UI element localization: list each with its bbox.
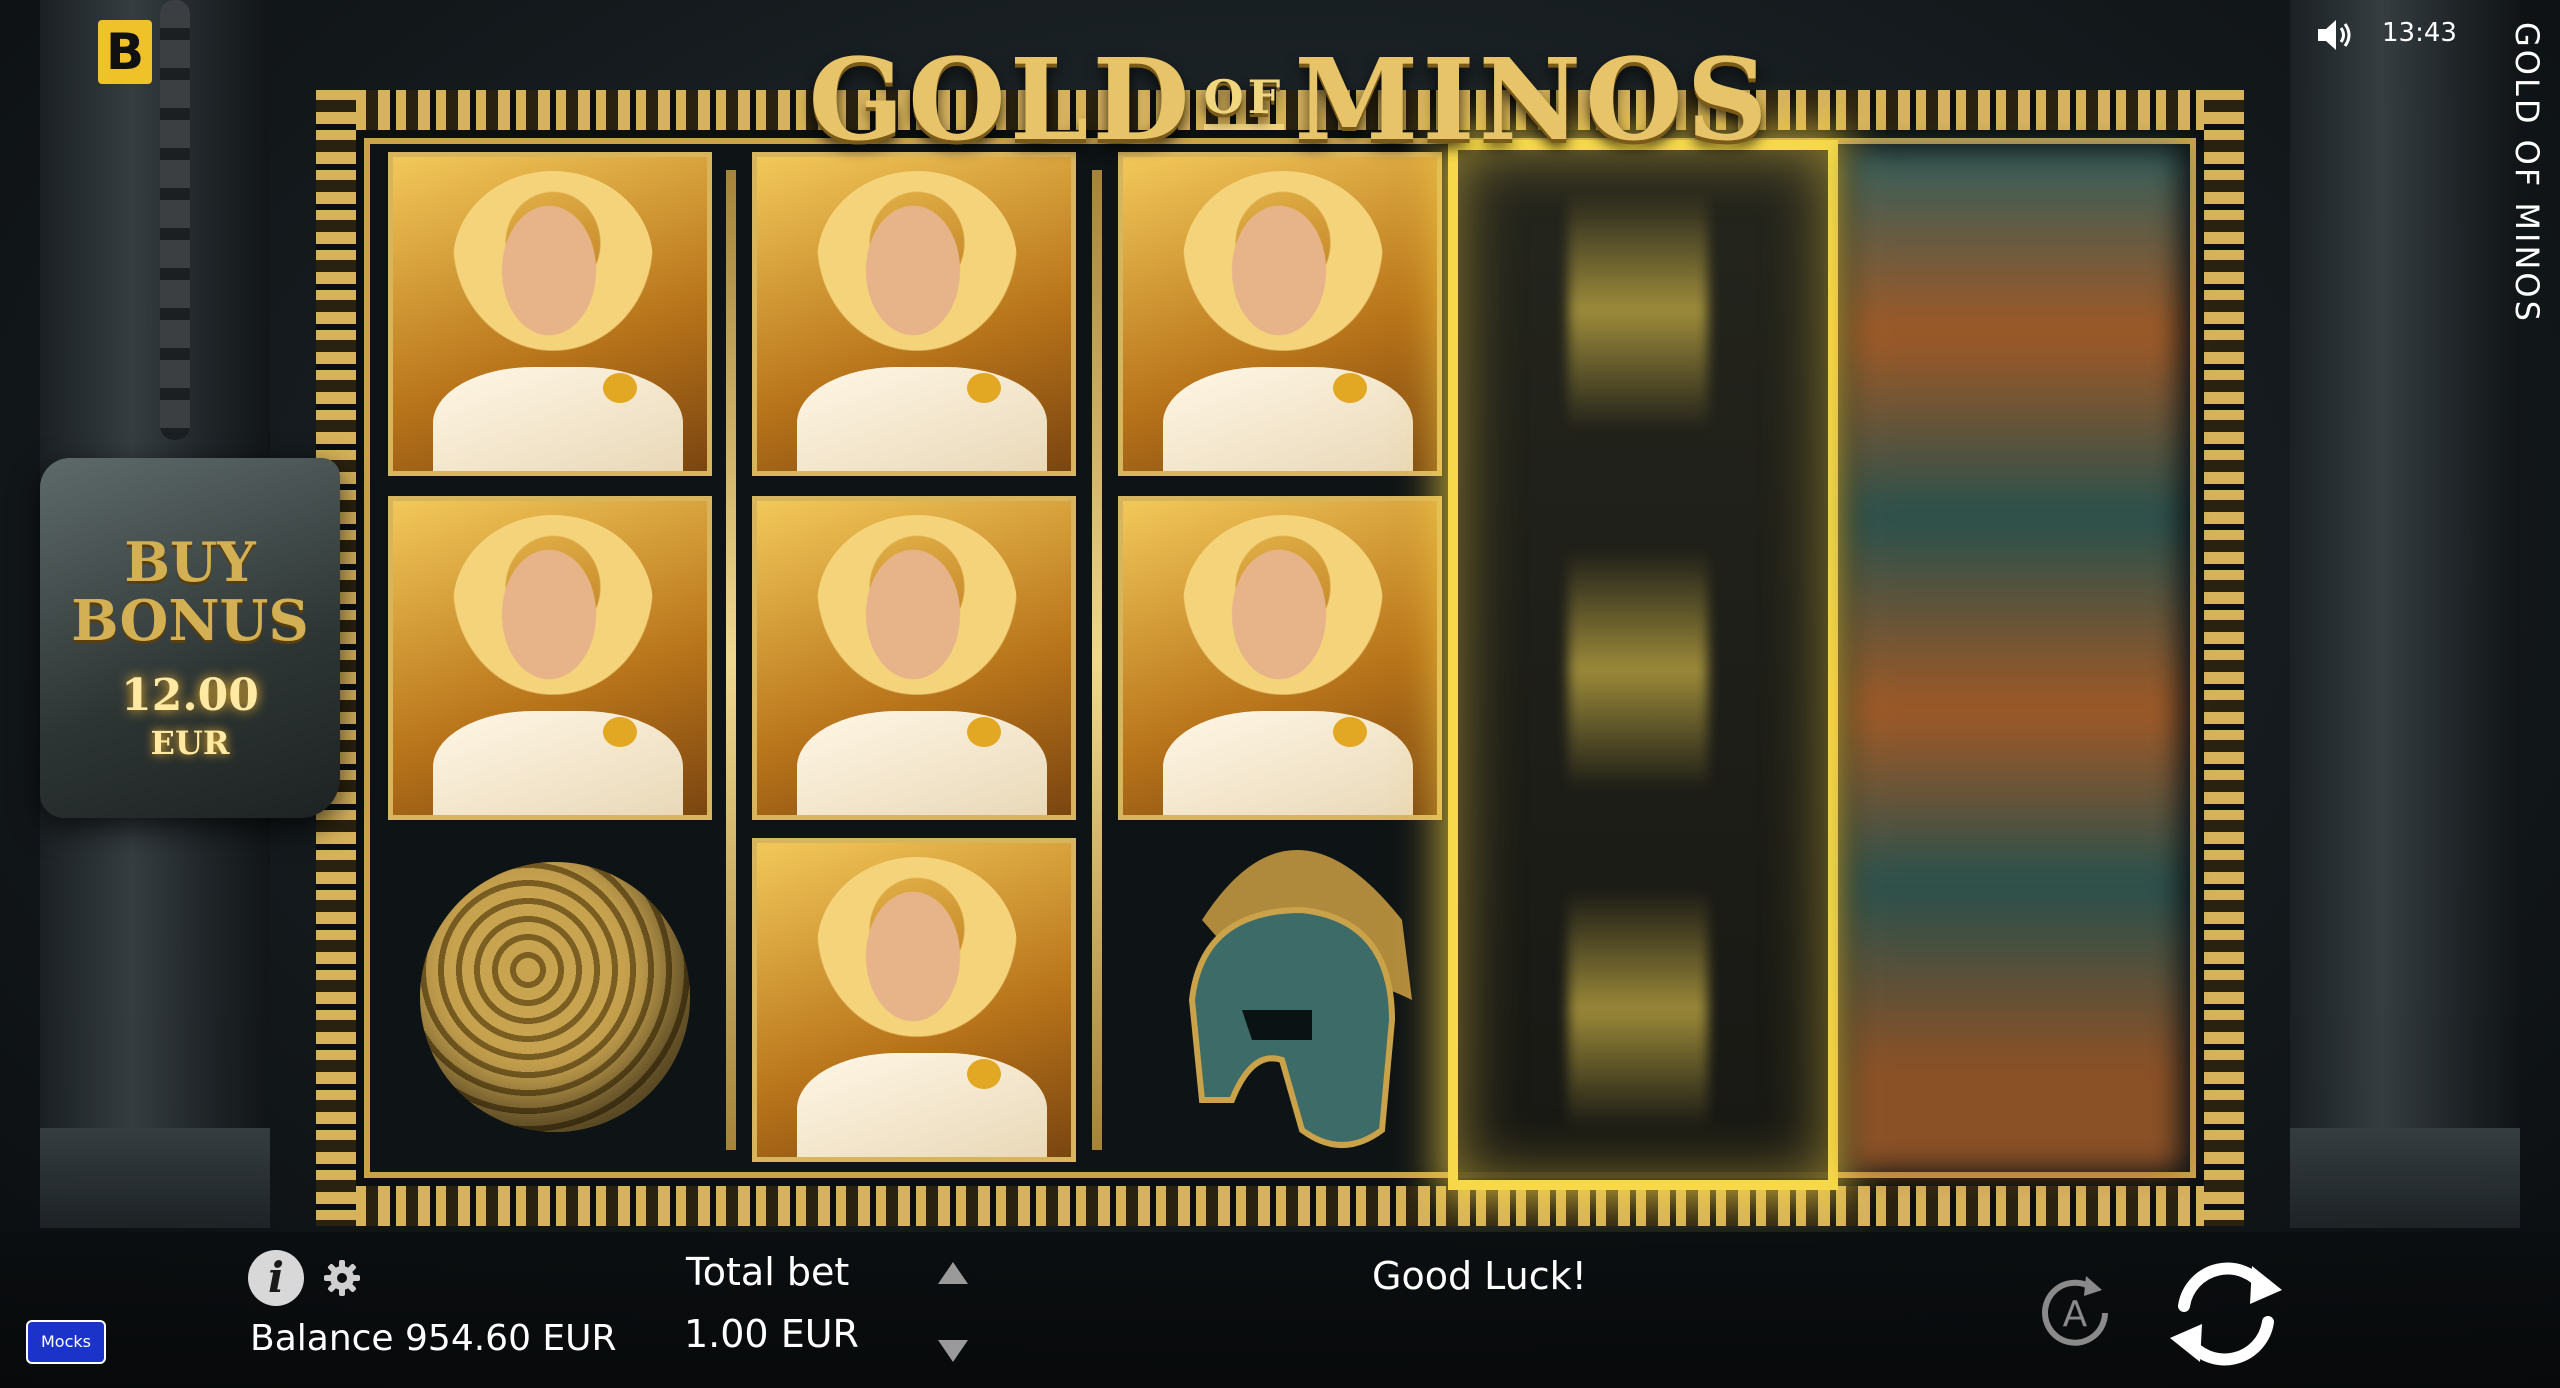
status-message: Good Luck! [1372,1254,1587,1298]
balance-display: Balance 954.60 EUR [250,1318,617,1359]
symbol-hero [388,152,712,476]
symbol-hero [752,496,1076,820]
logo-word-minos: MINOS [1294,34,1772,166]
info-icon[interactable]: i [248,1250,304,1306]
autoplay-button[interactable]: A [2030,1268,2120,1358]
symbol-hero [1118,496,1442,820]
logo-word-of: OF [1203,70,1285,130]
reel-spinning-blurred [1850,150,2180,1170]
game-logo: GOLD OF MINOS [809,30,1768,170]
logo-word-gold: GOLD [808,34,1194,166]
speaker-icon[interactable] [2316,18,2356,52]
reel-divider [726,170,736,1150]
symbol-hero [1118,152,1442,476]
symbol-hero [388,496,712,820]
buy-bonus-button[interactable]: BUY BONUS 12.00 EUR [40,458,340,818]
buy-bonus-currency: EUR [150,724,230,762]
total-bet-label: Total bet [686,1250,850,1294]
greek-key-border-bottom [316,1186,2244,1226]
background-pillar-right [2290,0,2520,1228]
symbol-yarn-ball [420,862,690,1132]
buy-bonus-line1: BUY [124,530,256,594]
bet-increase-arrow-icon[interactable] [938,1262,968,1284]
reel-divider [1092,170,1102,1150]
gear-icon[interactable] [322,1258,362,1298]
total-bet-value: 1.00 EUR [684,1312,859,1356]
greek-key-border-right [2204,90,2244,1226]
clock: 13:43 [2382,18,2457,48]
mocks-button[interactable]: Mocks [26,1320,106,1364]
buy-bonus-price: 12.00 [121,670,259,721]
symbol-hero [752,838,1076,1162]
symbol-hero [752,152,1076,476]
spin-button[interactable] [2160,1248,2292,1380]
symbol-helmet [1188,850,1412,1148]
brand-logo: B [98,20,152,84]
buy-bonus-line2: BONUS [71,588,309,654]
reel-spinning-highlighted [1448,140,1838,1190]
autoplay-label: A [2063,1294,2088,1335]
bet-decrease-arrow-icon[interactable] [938,1340,968,1362]
background-chain [160,0,190,440]
side-game-title: GOLD OF MINOS [2508,22,2546,324]
